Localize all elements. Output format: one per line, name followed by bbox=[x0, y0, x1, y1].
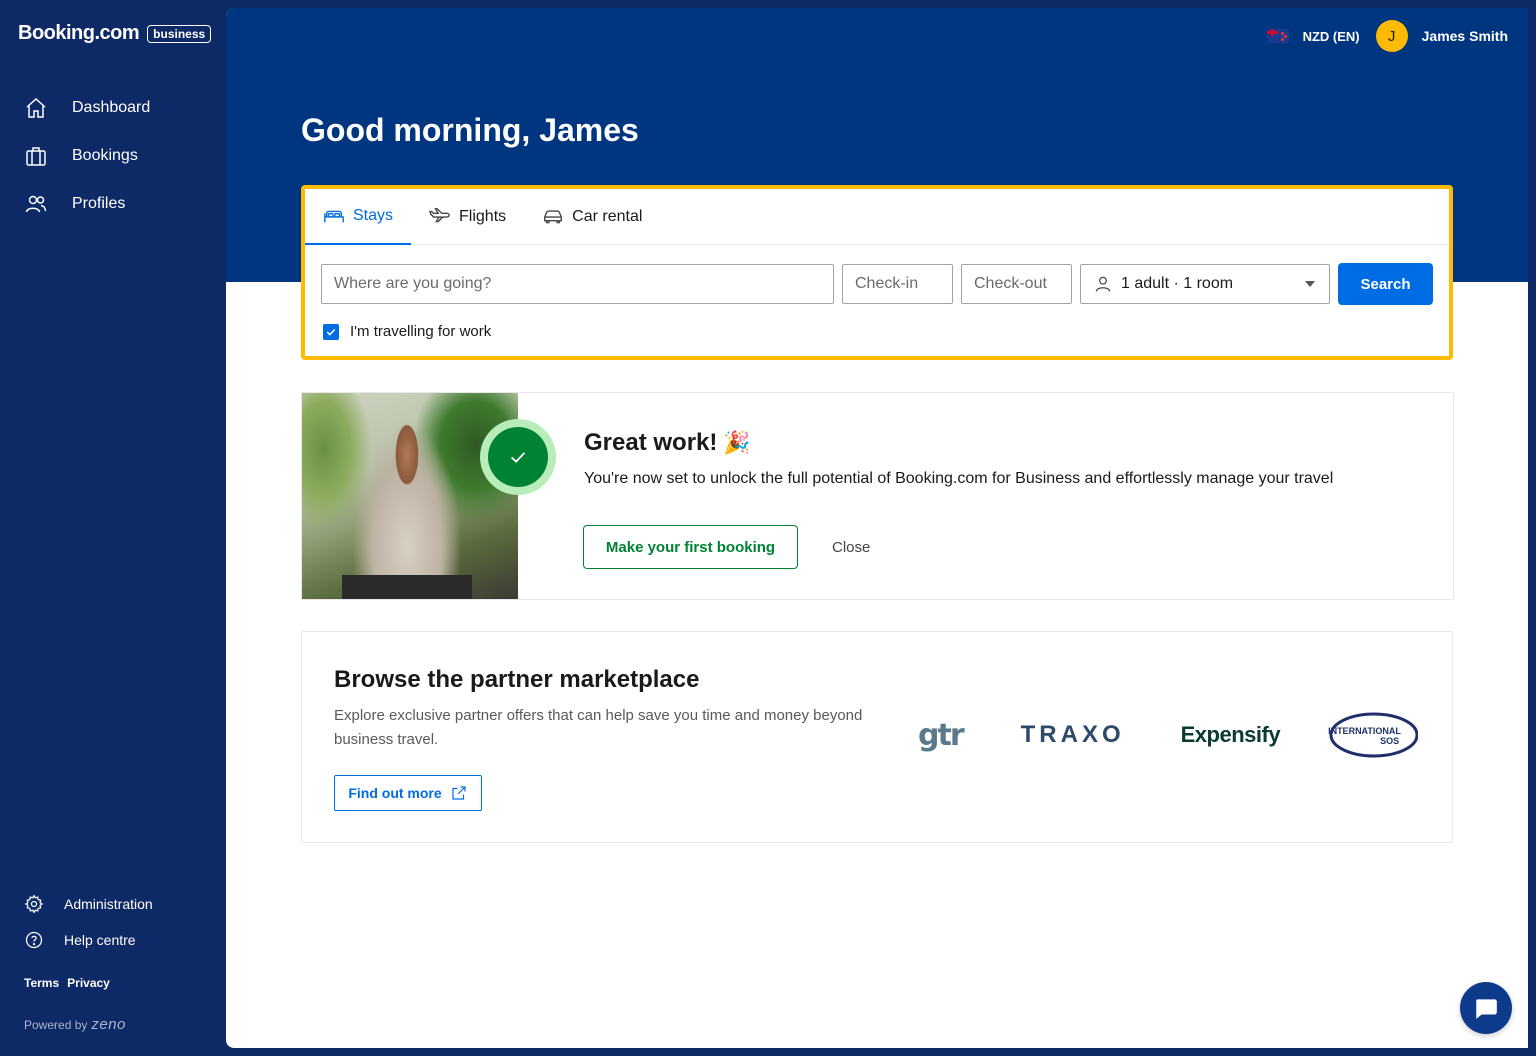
sidebar-item-label: Bookings bbox=[72, 147, 138, 164]
car-icon bbox=[544, 210, 563, 224]
avatar[interactable]: J bbox=[1375, 20, 1408, 52]
bed-icon bbox=[324, 210, 344, 223]
help-circle-icon bbox=[25, 931, 43, 949]
chevron-down-icon bbox=[1305, 281, 1315, 287]
checkbox-checked-icon[interactable] bbox=[323, 323, 339, 340]
checkout-input[interactable]: Check-out bbox=[961, 264, 1072, 304]
tab-flights[interactable]: Flights bbox=[411, 189, 524, 245]
nz-flag-icon[interactable] bbox=[1266, 29, 1289, 43]
find-out-more-label: Find out more bbox=[348, 785, 442, 801]
guests-value: 1 adult · 1 room bbox=[1121, 275, 1234, 292]
tab-stays[interactable]: Stays bbox=[305, 189, 412, 245]
marketplace-title: Browse the partner marketplace bbox=[334, 666, 700, 693]
external-link-icon bbox=[452, 786, 466, 800]
close-button[interactable]: Close bbox=[832, 525, 870, 569]
tab-label: Car rental bbox=[572, 208, 643, 225]
legal-links: Terms Privacy bbox=[24, 976, 110, 990]
success-title: Great work! 🎉 bbox=[584, 429, 751, 457]
sidebar-bottom: Administration Help centre bbox=[0, 886, 226, 958]
people-icon bbox=[25, 195, 47, 213]
briefcase-icon bbox=[26, 147, 46, 166]
brand-badge: business bbox=[147, 24, 212, 43]
search-tabs: Stays Flights Car rental bbox=[305, 189, 1449, 245]
person-icon bbox=[1095, 276, 1111, 292]
sidebar-item-bookings[interactable]: Bookings bbox=[0, 132, 226, 180]
search-button[interactable]: Search bbox=[1338, 263, 1433, 305]
powered-by-label: Powered by bbox=[24, 1017, 88, 1032]
sidebar-item-dashboard[interactable]: Dashboard bbox=[0, 84, 226, 132]
international-sos-logo: INTERNATIONAL SOS bbox=[1328, 712, 1419, 758]
page-title: Good morning, James bbox=[301, 112, 639, 148]
sidebar-item-label: Administration bbox=[64, 896, 153, 912]
sidebar: Booking.com business Dashboard Bookings … bbox=[0, 0, 226, 1056]
make-first-booking-button[interactable]: Make your first booking bbox=[583, 525, 798, 569]
checkin-input[interactable]: Check-in bbox=[842, 264, 953, 304]
home-icon bbox=[26, 97, 46, 118]
topbar: NZD (EN) J James Smith bbox=[1266, 20, 1508, 52]
expensify-logo: Expensify bbox=[1180, 722, 1281, 747]
partner-logos: gtr TRAXO Expensify INTERNATIONAL SOS bbox=[918, 712, 1419, 758]
guests-selector[interactable]: 1 adult · 1 room bbox=[1080, 264, 1330, 304]
brand-logo[interactable]: Booking.com business bbox=[18, 22, 212, 45]
find-out-more-button[interactable]: Find out more bbox=[334, 775, 482, 811]
work-travel-checkbox[interactable]: I'm travelling for work bbox=[323, 323, 491, 340]
plane-icon bbox=[429, 208, 450, 223]
sidebar-item-profiles[interactable]: Profiles bbox=[0, 180, 226, 228]
tab-label: Stays bbox=[353, 207, 394, 224]
search-fields: Where are you going? Check-in Check-out … bbox=[321, 263, 1433, 305]
chat-bubble-icon bbox=[1476, 999, 1497, 1019]
currency-selector[interactable]: NZD (EN) bbox=[1303, 29, 1360, 44]
sidebar-item-label: Help centre bbox=[64, 932, 136, 948]
zeno-logo: zeno bbox=[91, 1016, 126, 1033]
tab-label: Flights bbox=[459, 208, 507, 225]
work-travel-label: I'm travelling for work bbox=[350, 323, 492, 340]
main-panel: NZD (EN) J James Smith Good morning, Jam… bbox=[226, 8, 1528, 1048]
tab-car-rental[interactable]: Car rental bbox=[524, 189, 660, 245]
gtr-logo: gtr bbox=[918, 717, 965, 753]
search-box: Stays Flights Car rental Where are you g… bbox=[301, 185, 1453, 360]
success-subtitle: You're now set to unlock the full potent… bbox=[584, 470, 1334, 487]
destination-input[interactable]: Where are you going? bbox=[321, 264, 834, 304]
sidebar-nav: Dashboard Bookings Profiles bbox=[0, 84, 226, 228]
gear-icon bbox=[24, 894, 44, 914]
powered-by: Powered by zeno bbox=[24, 1016, 126, 1033]
sidebar-item-administration[interactable]: Administration bbox=[0, 886, 226, 922]
onboarding-success-card: Great work! 🎉 You're now set to unlock t… bbox=[301, 392, 1454, 600]
brand-name: Booking.com bbox=[18, 22, 140, 44]
terms-link[interactable]: Terms bbox=[24, 976, 59, 990]
success-check-icon bbox=[480, 419, 556, 495]
traxo-logo: TRAXO bbox=[1020, 721, 1125, 748]
marketplace-description: Explore exclusive partner offers that ca… bbox=[334, 707, 863, 748]
chat-button[interactable] bbox=[1460, 982, 1512, 1034]
sidebar-item-label: Dashboard bbox=[72, 99, 151, 116]
party-popper-icon: 🎉 bbox=[723, 430, 751, 455]
privacy-link[interactable]: Privacy bbox=[67, 976, 110, 990]
sidebar-item-help-centre[interactable]: Help centre bbox=[0, 922, 226, 958]
sidebar-item-label: Profiles bbox=[72, 195, 126, 212]
partner-marketplace-card: Browse the partner marketplace Explore e… bbox=[301, 631, 1453, 843]
person-with-phone-photo bbox=[302, 393, 518, 599]
success-title-text: Great work! bbox=[584, 429, 718, 456]
user-name[interactable]: James Smith bbox=[1422, 28, 1508, 44]
